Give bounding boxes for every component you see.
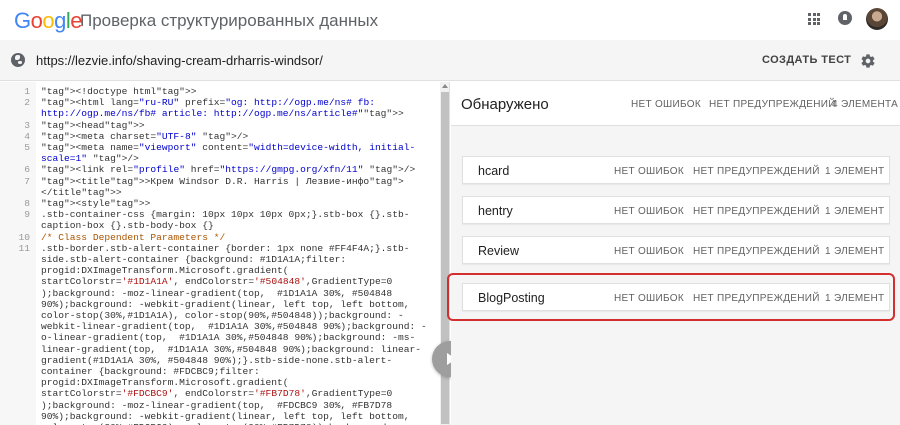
code-text[interactable]: /* Class Dependent Parameters */ [36,232,431,243]
code-content[interactable]: 1 "tag"><!doctype html"tag">> 2 "tag"><html… [0,86,440,425]
code-line[interactable]: 1 "tag"><!doctype html"tag">> [0,86,440,97]
code-line[interactable]: 6 "tag"><link rel="profile" href="https:/… [0,164,440,175]
results-title: Обнаружено [461,96,549,113]
code-editor[interactable]: 1 "tag"><!doctype html"tag">> 2 "tag"><html… [0,82,450,425]
user-avatar[interactable] [866,8,888,30]
result-item-hentry[interactable]: hentry НЕТ ОШИБОК НЕТ ПРЕДУПРЕЖДЕНИЙ 1 Э… [462,196,890,224]
apps-grid-icon[interactable] [808,13,820,25]
code-text[interactable]: "tag"><title"tag">>Крем Windsor D.R. Har… [36,176,431,198]
gear-icon[interactable] [860,53,876,69]
line-number: 10 [18,231,30,243]
line-number: 7 [24,175,30,187]
url-bar: https://lezvie.info/shaving-cream-drharr… [0,40,900,81]
code-line[interactable]: 5 "tag"><meta name="viewport" content="wi… [0,142,440,164]
result-item-name: hcard [478,164,510,178]
code-text[interactable]: "tag"><head"tag">> [36,120,431,131]
logo-letter: o [42,8,55,33]
line-number: 2 [24,97,30,109]
code-line[interactable]: 7 "tag"><title"tag">>Крем Windsor D.R. Ha… [0,176,440,198]
code-text[interactable]: "tag"><style"tag">> [36,198,431,209]
result-item-review[interactable]: Review НЕТ ОШИБОК НЕТ ПРЕДУПРЕЖДЕНИЙ 1 Э… [462,236,890,264]
notifications-icon[interactable] [838,11,852,25]
code-line[interactable]: 4 "tag"><meta charset="UTF-8" "tag">/> [0,131,440,142]
results-header: Обнаружено НЕТ ОШИБОК НЕТ ПРЕДУПРЕЖДЕНИЙ… [451,82,900,126]
line-number: 4 [24,130,30,142]
create-test-button[interactable]: СОЗДАТЬ ТЕСТ [762,54,851,66]
line-number: 6 [24,164,30,176]
result-item-errors: НЕТ ОШИБОК [614,246,684,257]
code-text[interactable]: "tag"><meta name="viewport" content="wid… [36,142,431,164]
scroll-up-arrow-icon[interactable] [442,84,448,88]
results-no-warnings: НЕТ ПРЕДУПРЕЖДЕНИЙ [709,99,836,110]
code-line[interactable]: 2 "tag"><html lang="ru-RU" prefix="og: ht… [0,97,440,119]
results-panel: Обнаружено НЕТ ОШИБОК НЕТ ПРЕДУПРЕЖДЕНИЙ… [451,82,900,425]
code-line[interactable]: 10 /* Class Dependent Parameters */ [0,232,440,243]
line-number: 11 [18,242,30,254]
logo-letter: G [14,8,31,33]
result-item-errors: НЕТ ОШИБОК [614,166,684,177]
highlight-box [447,273,895,321]
results-count: 4 ЭЛЕМЕНТА [832,99,899,110]
tested-url[interactable]: https://lezvie.info/shaving-cream-drharr… [36,53,323,68]
line-number: 8 [24,198,30,210]
line-number: 9 [24,209,30,221]
globe-icon [11,53,25,67]
code-text[interactable]: "tag"><html lang="ru-RU" prefix="og: htt… [36,97,431,119]
code-line[interactable]: 3 "tag"><head"tag">> [0,120,440,131]
result-item-count: 1 ЭЛЕМЕНТ [825,246,885,257]
code-line[interactable]: 8 "tag"><style"tag">> [0,198,440,209]
result-item-name: hentry [478,204,513,218]
line-number: 1 [24,86,30,97]
code-text[interactable]: .stb-border.stb-alert-container {border:… [36,243,431,425]
code-text[interactable]: "tag"><link rel="profile" href="https://… [36,164,431,175]
result-item-count: 1 ЭЛЕМЕНТ [825,166,885,177]
code-text[interactable]: "tag"><!doctype html"tag">> [36,86,431,97]
code-text[interactable]: "tag"><meta charset="UTF-8" "tag">/> [36,131,431,142]
result-item-warnings: НЕТ ПРЕДУПРЕЖДЕНИЙ [693,246,820,257]
result-item-warnings: НЕТ ПРЕДУПРЕЖДЕНИЙ [693,166,820,177]
result-item-count: 1 ЭЛЕМЕНТ [825,206,885,217]
result-item-name: Review [478,244,519,258]
code-line[interactable]: 9 .stb-container-css {margin: 10px 10px 1… [0,209,440,231]
result-item-errors: НЕТ ОШИБОК [614,206,684,217]
line-number: 3 [24,119,30,131]
code-text[interactable]: .stb-container-css {margin: 10px 10px 10… [36,209,431,231]
logo-letter: g [54,8,66,33]
result-item-warnings: НЕТ ПРЕДУПРЕЖДЕНИЙ [693,206,820,217]
line-number: 5 [24,142,30,154]
logo-letter: o [30,8,43,33]
result-item-hcard[interactable]: hcard НЕТ ОШИБОК НЕТ ПРЕДУПРЕЖДЕНИЙ 1 ЭЛ… [462,156,890,184]
top-header: Google Проверка структурированных данных [0,0,900,40]
google-logo[interactable]: Google [14,8,83,34]
code-line[interactable]: 11 .stb-border.stb-alert-container {borde… [0,243,440,425]
app-title: Проверка структурированных данных [80,11,379,30]
results-no-errors: НЕТ ОШИБОК [631,99,701,110]
